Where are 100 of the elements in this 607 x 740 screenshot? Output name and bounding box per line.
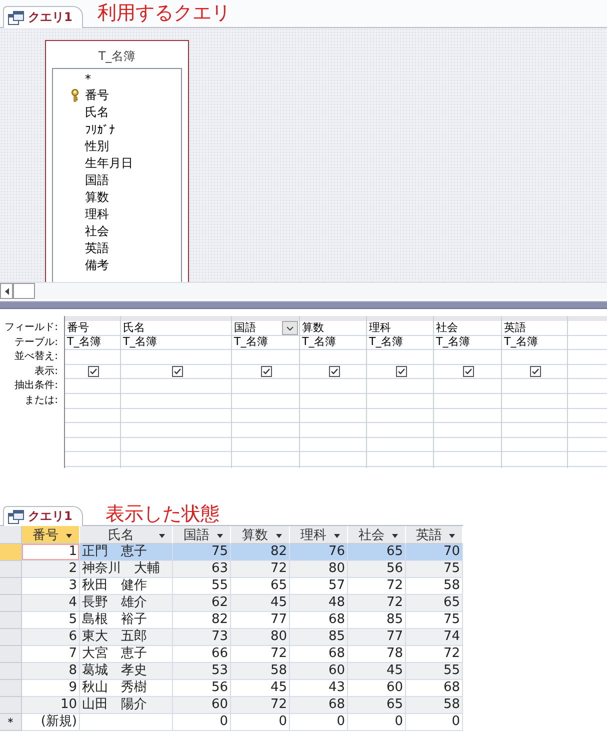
scroll-left-button[interactable] <box>0 283 13 299</box>
table-cell: 6 <box>22 629 80 646</box>
column-header[interactable]: 算数 <box>231 526 290 544</box>
row-label: 抽出条件: <box>14 379 59 394</box>
table-cell: 74 <box>406 629 463 646</box>
field-value[interactable]: 国語 <box>234 320 256 335</box>
table-cell: 70 <box>406 544 463 561</box>
field-name[interactable]: 番号 <box>85 87 109 104</box>
datasheet-icon <box>8 510 24 524</box>
row-selector[interactable] <box>0 646 22 663</box>
table-cell: 0 <box>173 714 231 731</box>
row-selector[interactable] <box>0 680 22 697</box>
table-cell: 2 <box>22 561 80 578</box>
query-tab[interactable]: クエリ1 <box>3 6 84 28</box>
column-header[interactable]: 国語 <box>173 526 231 544</box>
show-checkbox[interactable] <box>88 366 99 378</box>
column-header[interactable]: 理科 <box>290 526 348 544</box>
row-selector[interactable] <box>0 629 22 646</box>
column-header[interactable]: 氏名 <box>80 526 173 544</box>
field-value[interactable]: 英語 <box>504 320 526 335</box>
show-checkbox[interactable] <box>463 366 474 378</box>
field-value[interactable]: 氏名 <box>123 320 145 335</box>
table-value[interactable]: T_名簿 <box>123 335 158 350</box>
table-value[interactable]: T_名簿 <box>504 335 538 350</box>
dropdown-arrow-icon[interactable] <box>449 534 455 538</box>
column-header[interactable]: 英語 <box>406 526 463 544</box>
dropdown-arrow-icon[interactable] <box>66 534 72 538</box>
table-cell: 73 <box>173 629 231 646</box>
table-cell: 77 <box>348 629 406 646</box>
table-value[interactable]: T_名簿 <box>369 335 404 350</box>
annotation-text: 表示した状態 <box>105 504 220 524</box>
field-name[interactable]: 性別 <box>85 138 109 155</box>
field-name[interactable]: 理科 <box>85 206 109 223</box>
table-cell: 62 <box>173 595 231 612</box>
table-cell: 55 <box>406 663 463 680</box>
field-value[interactable]: 算数 <box>302 320 324 335</box>
dropdown-arrow-icon[interactable] <box>334 534 340 538</box>
table-value[interactable]: T_名簿 <box>234 335 268 350</box>
table-cell: 0 <box>231 714 290 731</box>
column-header[interactable]: 社会 <box>348 526 406 544</box>
select-all-button[interactable] <box>0 526 22 544</box>
field-name[interactable]: ﾌﾘｶﾞﾅ <box>85 122 115 136</box>
table-value[interactable]: T_名簿 <box>436 335 470 350</box>
show-checkbox[interactable] <box>172 366 182 378</box>
field-name[interactable]: 算数 <box>85 189 109 206</box>
table-cell: 63 <box>173 561 231 578</box>
table-cell: 65 <box>406 595 463 612</box>
show-checkbox[interactable] <box>328 366 340 378</box>
table-cell: 60 <box>290 663 348 680</box>
field-name[interactable]: 社会 <box>85 223 109 240</box>
table-value[interactable]: T_名簿 <box>67 335 102 350</box>
table-cell: 0 <box>348 714 406 731</box>
show-checkbox[interactable] <box>530 366 541 378</box>
table-cell: 58 <box>406 697 463 714</box>
field-name[interactable]: 国語 <box>85 172 109 189</box>
row-selector[interactable] <box>0 612 22 629</box>
field-value[interactable]: 社会 <box>436 320 458 335</box>
field-value[interactable]: 番号 <box>67 320 89 335</box>
row-selector[interactable] <box>0 544 22 561</box>
table-cell: 80 <box>231 629 290 646</box>
query-tab[interactable]: クエリ1 <box>3 506 84 526</box>
table-title: T_名簿 <box>97 48 137 65</box>
table-value[interactable]: T_名簿 <box>302 335 336 350</box>
chevron-icon <box>286 326 294 330</box>
table-cell: 0 <box>290 714 348 731</box>
row-selector[interactable] <box>0 595 22 612</box>
row-selector[interactable] <box>0 663 22 680</box>
field-name[interactable]: 氏名 <box>85 104 109 121</box>
table-cell: 10 <box>22 697 80 714</box>
table-cell: 75 <box>406 561 463 578</box>
table-cell: 82 <box>231 544 290 561</box>
left-arrow-icon <box>4 288 8 294</box>
dropdown-button[interactable] <box>282 321 298 335</box>
row-selector[interactable] <box>0 578 22 595</box>
table-cell: 4 <box>22 595 80 612</box>
dropdown-arrow-icon[interactable] <box>276 534 282 538</box>
field-name[interactable]: 備考 <box>85 257 109 274</box>
row-label: 表示: <box>34 364 59 379</box>
field-name[interactable]: 生年月日 <box>85 155 133 172</box>
table-cell: 72 <box>231 697 290 714</box>
show-checkbox[interactable] <box>261 366 272 378</box>
field-value[interactable]: 理科 <box>369 320 391 335</box>
dropdown-arrow-icon[interactable] <box>159 534 165 538</box>
table-cell: 85 <box>290 629 348 646</box>
row-label: または: <box>24 394 59 408</box>
field-name[interactable]: * <box>85 72 91 86</box>
table-cell: 48 <box>290 595 348 612</box>
annotation-text: 利用するクエリ <box>97 4 230 23</box>
dropdown-arrow-icon[interactable] <box>217 534 223 538</box>
table-cell: 56 <box>348 561 406 578</box>
column-header[interactable]: 番号 <box>22 526 80 544</box>
show-checkbox[interactable] <box>396 366 406 378</box>
scrollbar-thumb[interactable] <box>13 283 35 299</box>
row-selector[interactable] <box>0 697 22 714</box>
table-cell: 葛城 孝史 <box>80 663 173 680</box>
table-cell: 長野 雄介 <box>80 595 173 612</box>
table-cell: 80 <box>290 561 348 578</box>
field-name[interactable]: 英語 <box>85 240 109 257</box>
dropdown-arrow-icon[interactable] <box>392 534 398 538</box>
row-selector[interactable] <box>0 561 22 578</box>
